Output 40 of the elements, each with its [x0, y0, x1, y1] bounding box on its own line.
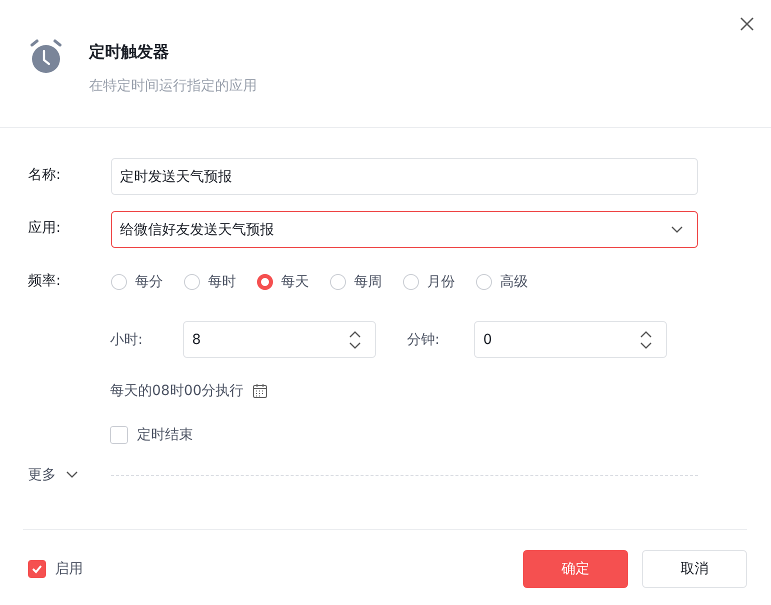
close-icon[interactable]: [740, 17, 754, 31]
checkbox[interactable]: [28, 560, 46, 578]
dialog-title: 定时触发器: [89, 42, 170, 63]
name-field[interactable]: 定时发送天气预报: [111, 158, 698, 195]
radio-label: 高级: [500, 273, 528, 291]
select-value: 给微信好友发送天气预报: [120, 220, 274, 238]
radio-button[interactable]: [111, 274, 127, 290]
schedule-summary: 每天的08时00分执行: [110, 382, 244, 400]
field-label: 分钟:: [406, 330, 441, 348]
field-label: 名称:: [28, 166, 62, 184]
stepper-icon[interactable]: [640, 330, 652, 350]
radio-label: 每天: [281, 273, 309, 291]
cancel-button[interactable]: 取消: [642, 550, 747, 588]
checkbox[interactable]: [110, 426, 128, 444]
calendar-icon[interactable]: [252, 383, 268, 399]
dialog-subtitle: 在特定时间运行指定的应用: [89, 77, 257, 95]
field-label: 应用:: [28, 219, 62, 237]
radio-button[interactable]: [184, 274, 200, 290]
app-select[interactable]: 给微信好友发送天气预报: [111, 211, 698, 248]
stepper-icon[interactable]: [348, 330, 361, 350]
radio-button[interactable]: [403, 274, 419, 290]
hour-field[interactable]: 8: [182, 321, 376, 358]
chevron-down-icon: [671, 226, 683, 234]
radio-label: 每周: [354, 273, 382, 291]
radio-button[interactable]: [476, 274, 492, 290]
chevron-down-icon: [66, 471, 78, 479]
radio-button[interactable]: [330, 274, 346, 290]
radio-button[interactable]: [257, 274, 273, 290]
field-label: 小时:: [110, 330, 144, 348]
field-value: 0: [483, 332, 492, 348]
alarm-clock-icon: [28, 38, 64, 74]
radio-label: 每时: [208, 273, 236, 291]
minute-field[interactable]: 0: [474, 321, 668, 358]
more-toggle[interactable]: 更多: [28, 466, 111, 484]
radio-label: 月份: [427, 273, 455, 291]
checkbox-label: 定时结束: [137, 426, 193, 444]
field-label: 频率:: [28, 272, 62, 290]
radio-label: 每分: [135, 273, 163, 291]
checkbox-label: 启用: [55, 560, 83, 578]
field-value: 8: [192, 332, 201, 348]
